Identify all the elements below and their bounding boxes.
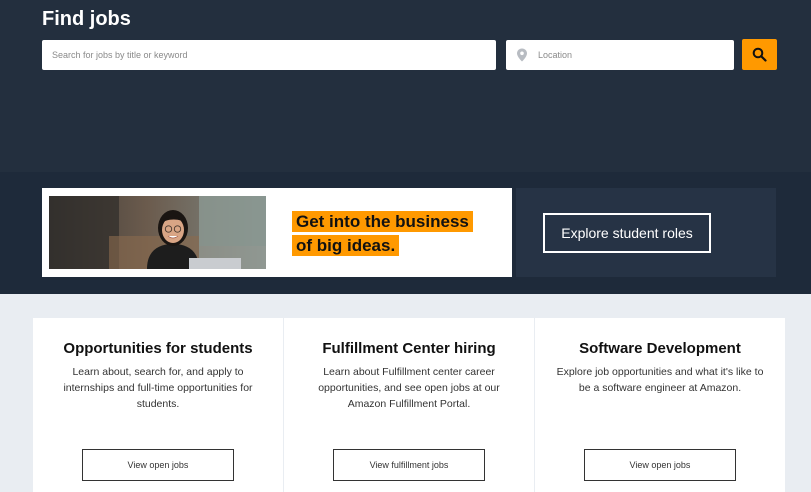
search-icon [752,47,767,62]
location-input[interactable] [532,40,730,70]
view-fulfillment-jobs-button[interactable]: View fulfillment jobs [333,449,485,481]
card-fulfillment: Fulfillment Center hiring Learn about Fu… [284,318,534,492]
view-open-jobs-button[interactable]: View open jobs [584,449,736,481]
card-description: Learn about Fulfillment center career op… [318,366,500,410]
hero-section: Find jobs [0,0,811,172]
view-open-jobs-button[interactable]: View open jobs [82,449,234,481]
card-students: Opportunities for students Learn about, … [33,318,283,492]
card-title: Opportunities for students [63,340,253,357]
card-title: Fulfillment Center hiring [322,340,496,357]
banner-photo [49,196,266,269]
location-field[interactable] [506,40,734,70]
page-title: Find jobs [42,8,131,30]
job-search-input[interactable] [42,40,496,70]
card-title: Software Development [579,340,741,357]
opportunity-cards: Opportunities for students Learn about, … [33,318,785,492]
explore-student-roles-button[interactable]: Explore student roles [543,213,711,253]
card-software-development: Software Development Explore job opportu… [535,318,785,492]
card-description: Learn about, search for, and apply to in… [63,366,253,410]
banner-headline-line2: of big ideas. [292,235,400,256]
search-button[interactable] [742,39,777,70]
location-pin-icon [517,48,527,62]
banner-headline-line1: Get into the business [292,211,473,232]
card-description: Explore job opportunities and what it's … [556,366,764,394]
banner-headline: Get into the business of big ideas. [292,210,492,258]
